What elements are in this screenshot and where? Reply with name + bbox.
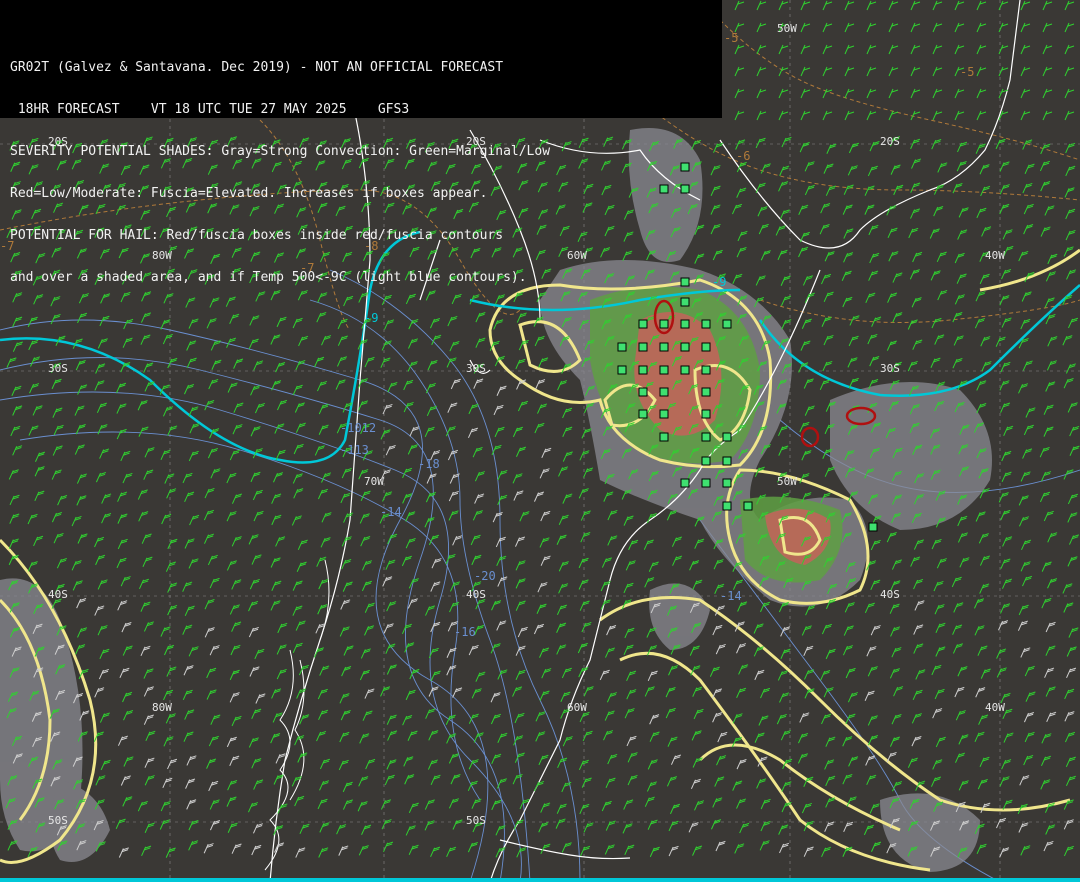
lat-label: 40S <box>48 588 68 601</box>
lon-label: 60W <box>567 701 587 714</box>
isobar-label: -18 <box>418 457 440 471</box>
isobar-label: -14 <box>720 589 742 603</box>
hail-box <box>722 501 732 511</box>
hail-box <box>701 478 711 488</box>
hail-box <box>701 432 711 442</box>
header-forecast-time: 18HR FORECAST VT 18 UTC TUE 27 MAY 2025 … <box>10 102 410 117</box>
hail-box <box>638 387 648 397</box>
isobar-label: -1012 <box>340 421 376 435</box>
hail-box <box>722 478 732 488</box>
hail-box <box>701 342 711 352</box>
hail-box <box>680 319 690 329</box>
lat-label: 50S <box>466 814 486 827</box>
hail-box <box>638 409 648 419</box>
hail-box <box>743 501 753 511</box>
lon-label: 50W <box>777 22 797 35</box>
isotherm-label: -5 <box>960 65 974 79</box>
hail-box <box>617 342 627 352</box>
header-hail-condition: and over a shaded area, and if Temp 500<… <box>10 270 527 285</box>
isotherm-label: -6 <box>736 149 750 163</box>
hail-box <box>659 432 669 442</box>
lon-label: 80W <box>152 701 172 714</box>
lat-label: 30S <box>48 362 68 375</box>
lon-label: 40W <box>985 701 1005 714</box>
hail-box <box>680 365 690 375</box>
hail-box <box>617 365 627 375</box>
hail-box <box>680 297 690 307</box>
lat-label: 30S <box>466 362 486 375</box>
lat-label: 40S <box>466 588 486 601</box>
hail-box <box>638 319 648 329</box>
header-title: GR02T (Galvez & Santavana. Dec 2019) - N… <box>10 60 504 75</box>
hail-box <box>722 319 732 329</box>
isotherm-label: -5 <box>724 31 738 45</box>
hail-box <box>659 409 669 419</box>
lat-label: 30S <box>880 362 900 375</box>
header-legend-colors: Red=Low/Moderate: Fuscia=Elevated. Incre… <box>10 186 488 201</box>
hail-box <box>701 365 711 375</box>
hail-box <box>680 478 690 488</box>
hail-box <box>659 387 669 397</box>
hail-box <box>701 387 711 397</box>
bottom-border <box>0 878 1080 882</box>
isobar-label: -20 <box>474 569 496 583</box>
hail-box <box>722 456 732 466</box>
hail-box <box>659 342 669 352</box>
hail-box <box>638 342 648 352</box>
isobar-label: -16 <box>454 625 476 639</box>
hail-box <box>701 456 711 466</box>
hail-box <box>680 342 690 352</box>
lon-label: 50W <box>777 475 797 488</box>
isobar-label: -14 <box>380 505 402 519</box>
hail-box <box>638 365 648 375</box>
hail-box <box>659 319 669 329</box>
forecast-header: GR02T (Galvez & Santavana. Dec 2019) - N… <box>0 0 722 285</box>
hail-box <box>868 522 878 532</box>
lat-label: 40S <box>880 588 900 601</box>
lat-label: 20S <box>880 135 900 148</box>
hail-box <box>701 409 711 419</box>
hail-box <box>722 432 732 442</box>
header-hail-note: POTENTIAL FOR HAIL: Red/fuscia boxes ins… <box>10 228 504 243</box>
hail-box <box>659 365 669 375</box>
hail-box <box>701 319 711 329</box>
header-legend-shades: SEVERITY POTENTIAL SHADES: Gray=Strong C… <box>10 144 551 159</box>
lat-label: 50S <box>48 814 68 827</box>
isobar-label: -113 <box>340 443 369 457</box>
lon-label: 70W <box>364 475 384 488</box>
lon-label: 40W <box>985 249 1005 262</box>
temp500-label: -9 <box>364 311 378 325</box>
